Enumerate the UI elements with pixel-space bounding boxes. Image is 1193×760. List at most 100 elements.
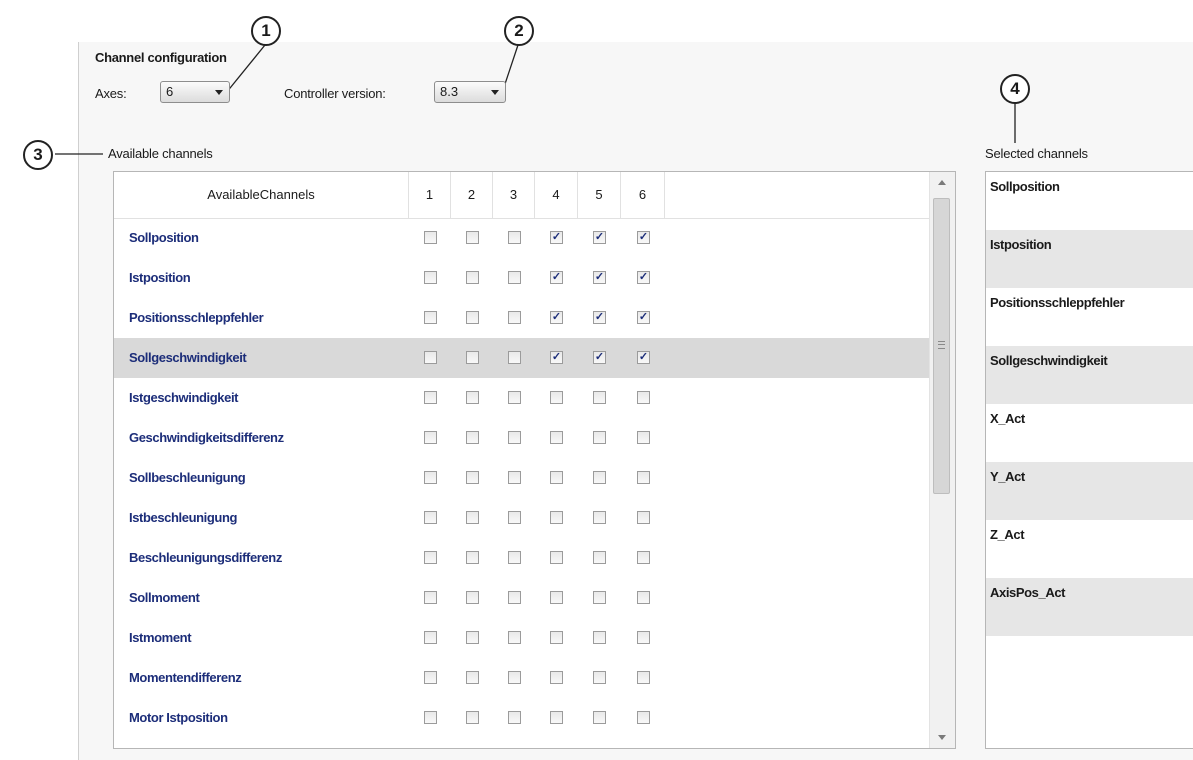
axis-2-checkbox[interactable] (466, 471, 479, 484)
axis-2-checkbox[interactable] (466, 591, 479, 604)
axis-4-checkbox-checked[interactable]: ✓ (550, 231, 563, 244)
axis-1-checkbox[interactable] (424, 511, 437, 524)
scroll-thumb[interactable] (933, 198, 950, 494)
axis-1-checkbox[interactable] (424, 551, 437, 564)
axis-6-checkbox-checked[interactable]: ✓ (637, 351, 650, 364)
axis-2-checkbox[interactable] (466, 431, 479, 444)
axis-1-checkbox[interactable] (424, 351, 437, 364)
axis-4-checkbox[interactable] (550, 511, 563, 524)
axis-6-checkbox[interactable] (637, 511, 650, 524)
axis-3-checkbox[interactable] (508, 231, 521, 244)
axis-3-checkbox[interactable] (508, 311, 521, 324)
header-axis-6[interactable]: 6 (621, 172, 665, 218)
axis-6-checkbox[interactable] (637, 591, 650, 604)
axis-4-checkbox[interactable] (550, 591, 563, 604)
table-row[interactable]: Sollposition ✓ ✓ ✓ (114, 218, 929, 258)
axis-6-checkbox-checked[interactable]: ✓ (637, 311, 650, 324)
axis-4-checkbox-checked[interactable]: ✓ (550, 271, 563, 284)
table-row[interactable]: Positionsschleppfehler ✓ ✓ ✓ (114, 298, 929, 338)
axis-4-checkbox-checked[interactable]: ✓ (550, 351, 563, 364)
selected-channel-item[interactable]: Sollgeschwindigkeit (986, 346, 1193, 404)
axis-5-checkbox[interactable] (593, 431, 606, 444)
axis-2-checkbox[interactable] (466, 311, 479, 324)
axis-3-checkbox[interactable] (508, 671, 521, 684)
axis-6-checkbox-checked[interactable]: ✓ (637, 231, 650, 244)
axis-4-checkbox[interactable] (550, 431, 563, 444)
axis-3-checkbox[interactable] (508, 351, 521, 364)
axis-3-checkbox[interactable] (508, 591, 521, 604)
selected-channel-item[interactable]: Z_Act (986, 520, 1193, 578)
axis-4-checkbox[interactable] (550, 391, 563, 404)
selected-channel-item[interactable]: Positionsschleppfehler (986, 288, 1193, 346)
table-row[interactable]: Sollbeschleunigung (114, 458, 929, 498)
header-axis-4[interactable]: 4 (535, 172, 578, 218)
scroll-up-icon[interactable] (938, 180, 946, 185)
axis-1-checkbox[interactable] (424, 711, 437, 724)
axes-dropdown[interactable]: 6 (160, 81, 230, 103)
table-row[interactable]: Istgeschwindigkeit (114, 378, 929, 418)
axis-1-checkbox[interactable] (424, 591, 437, 604)
axis-4-checkbox[interactable] (550, 711, 563, 724)
axis-5-checkbox-checked[interactable]: ✓ (593, 271, 606, 284)
selected-channel-item[interactable]: X_Act (986, 404, 1193, 462)
axis-1-checkbox[interactable] (424, 631, 437, 644)
axis-3-checkbox[interactable] (508, 391, 521, 404)
axis-6-checkbox[interactable] (637, 551, 650, 564)
axis-1-checkbox[interactable] (424, 471, 437, 484)
selected-channel-item[interactable]: Sollposition (986, 172, 1193, 230)
axis-4-checkbox[interactable] (550, 471, 563, 484)
axis-4-checkbox[interactable] (550, 631, 563, 644)
selected-channel-item[interactable]: AxisPos_Act (986, 578, 1193, 636)
axis-5-checkbox[interactable] (593, 511, 606, 524)
table-row[interactable]: Momentendifferenz (114, 658, 929, 698)
axis-5-checkbox[interactable] (593, 711, 606, 724)
axis-5-checkbox[interactable] (593, 631, 606, 644)
controller-version-dropdown[interactable]: 8.3 (434, 81, 506, 103)
axis-3-checkbox[interactable] (508, 271, 521, 284)
header-axis-5[interactable]: 5 (578, 172, 621, 218)
axis-5-checkbox[interactable] (593, 551, 606, 564)
selected-channel-item[interactable]: Istposition (986, 230, 1193, 288)
table-row[interactable]: Beschleunigungsdifferenz (114, 538, 929, 578)
axis-6-checkbox[interactable] (637, 671, 650, 684)
table-row[interactable]: Istbeschleunigung (114, 498, 929, 538)
axis-2-checkbox[interactable] (466, 671, 479, 684)
axis-5-checkbox-checked[interactable]: ✓ (593, 231, 606, 244)
axis-1-checkbox[interactable] (424, 271, 437, 284)
axis-5-checkbox[interactable] (593, 471, 606, 484)
axis-3-checkbox[interactable] (508, 711, 521, 724)
scroll-down-icon[interactable] (938, 735, 946, 740)
axis-5-checkbox[interactable] (593, 591, 606, 604)
axis-6-checkbox[interactable] (637, 471, 650, 484)
axis-6-checkbox[interactable] (637, 711, 650, 724)
axis-2-checkbox[interactable] (466, 271, 479, 284)
table-row[interactable]: Istmoment (114, 618, 929, 658)
axis-1-checkbox[interactable] (424, 391, 437, 404)
axis-2-checkbox[interactable] (466, 551, 479, 564)
selected-channel-item[interactable]: Y_Act (986, 462, 1193, 520)
header-axis-1[interactable]: 1 (409, 172, 451, 218)
axis-6-checkbox[interactable] (637, 391, 650, 404)
table-row[interactable]: Motor Istposition (114, 698, 929, 738)
axis-1-checkbox[interactable] (424, 311, 437, 324)
table-row[interactable]: Geschwindigkeitsdifferenz (114, 418, 929, 458)
axis-4-checkbox-checked[interactable]: ✓ (550, 311, 563, 324)
axis-5-checkbox[interactable] (593, 391, 606, 404)
axis-5-checkbox-checked[interactable]: ✓ (593, 351, 606, 364)
axis-6-checkbox[interactable] (637, 431, 650, 444)
grid-scrollbar[interactable] (929, 172, 955, 748)
axis-5-checkbox[interactable] (593, 671, 606, 684)
axis-4-checkbox[interactable] (550, 671, 563, 684)
axis-1-checkbox[interactable] (424, 231, 437, 244)
axis-2-checkbox[interactable] (466, 351, 479, 364)
axis-3-checkbox[interactable] (508, 511, 521, 524)
axis-5-checkbox-checked[interactable]: ✓ (593, 311, 606, 324)
axis-4-checkbox[interactable] (550, 551, 563, 564)
table-row[interactable]: Sollmoment (114, 578, 929, 618)
axis-1-checkbox[interactable] (424, 671, 437, 684)
table-row[interactable]: Sollgeschwindigkeit ✓ ✓ ✓ (114, 338, 929, 378)
axis-3-checkbox[interactable] (508, 471, 521, 484)
table-row[interactable]: Istposition ✓ ✓ ✓ (114, 258, 929, 298)
axis-3-checkbox[interactable] (508, 431, 521, 444)
axis-2-checkbox[interactable] (466, 711, 479, 724)
